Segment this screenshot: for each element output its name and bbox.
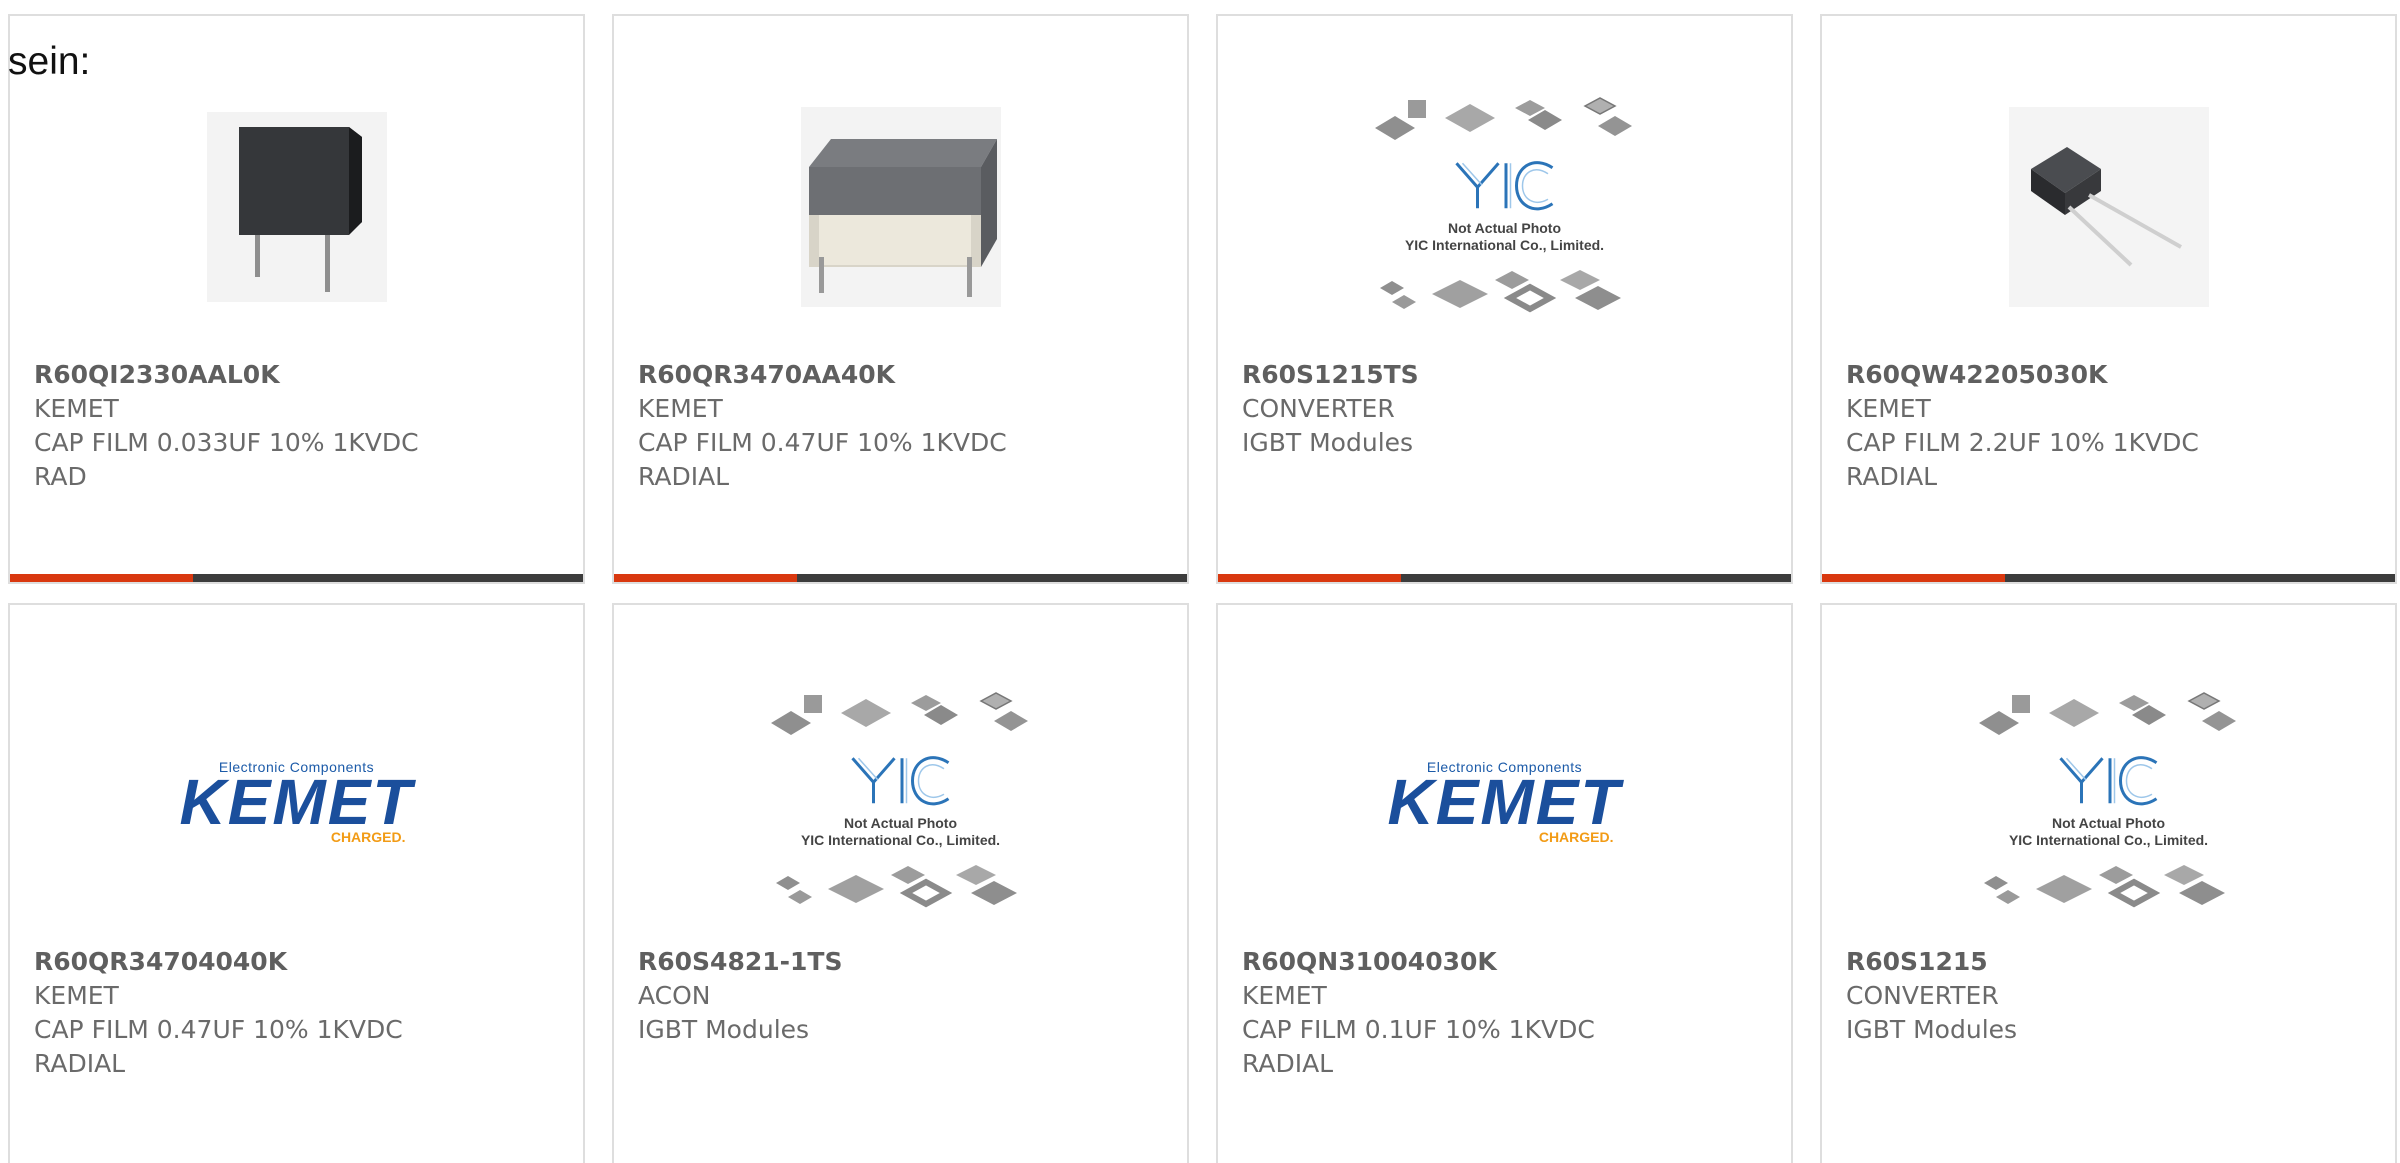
product-card[interactable]: R60QW42205030K KEMET CAP FILM 2.2UF 10% … xyxy=(1820,14,2397,584)
card-accent-bar xyxy=(1822,574,2005,582)
part-number[interactable]: R60S1215 xyxy=(1846,945,2017,979)
product-image[interactable]: Electronic Components KEMET CHARGED. xyxy=(1360,677,1650,927)
product-card[interactable]: Electronic Components KEMET CHARGED. R60… xyxy=(1216,603,1793,1163)
placeholder-note-line-1: Not Actual Photo xyxy=(2051,815,2166,831)
description: CAP FILM 0.033UF 10% 1KVDC xyxy=(34,428,419,457)
placeholder-note-line-1: Not Actual Photo xyxy=(1447,220,1562,236)
placeholder-note-line-1: Not Actual Photo xyxy=(843,815,958,831)
product-image[interactable] xyxy=(1964,82,2254,332)
card-accent-bar xyxy=(614,574,797,582)
part-number[interactable]: R60QI2330AAL0K xyxy=(34,358,419,392)
chip-packages-icon xyxy=(766,691,1036,741)
description-line-2: RADIAL xyxy=(1242,1049,1334,1078)
chip-packages-icon xyxy=(1370,268,1640,318)
manufacturer: CONVERTER xyxy=(1846,981,1999,1010)
chip-packages-icon xyxy=(1370,96,1640,146)
description: IGBT Modules xyxy=(1846,1015,2018,1044)
description-line-2: RADIAL xyxy=(638,462,730,491)
product-card[interactable]: Electronic Components KEMET CHARGED. R60… xyxy=(8,603,585,1163)
yic-logo-icon xyxy=(2056,745,2161,815)
kemet-logo-icon: Electronic Components KEMET CHARGED. xyxy=(1388,759,1622,845)
capacitor-black-photo-icon xyxy=(206,112,387,302)
product-card[interactable]: R60QR3470AA40K KEMET CAP FILM 0.47UF 10%… xyxy=(612,14,1189,584)
description: CAP FILM 2.2UF 10% 1KVDC xyxy=(1846,428,2199,457)
placeholder-note-line-2: YIC International Co., Limited. xyxy=(2008,832,2209,848)
description-line-2: RADIAL xyxy=(34,1049,126,1078)
card-bottom-bar xyxy=(614,574,1187,582)
product-card[interactable]: Not Actual Photo YIC International Co., … xyxy=(612,603,1189,1163)
part-number[interactable]: R60QR34704040K xyxy=(34,945,403,979)
card-accent-bar xyxy=(10,574,193,582)
product-image[interactable] xyxy=(756,82,1046,332)
manufacturer: KEMET xyxy=(1242,981,1327,1010)
description: IGBT Modules xyxy=(1242,428,1414,457)
chip-packages-icon xyxy=(1974,863,2244,913)
yic-logo-icon xyxy=(1452,150,1557,220)
capacitor-gray-photo-icon xyxy=(800,107,1001,307)
logo-slogan: CHARGED. xyxy=(330,829,406,845)
product-card[interactable]: R60QI2330AAL0K KEMET CAP FILM 0.033UF 10… xyxy=(8,14,585,584)
manufacturer: ACON xyxy=(638,981,711,1010)
not-actual-photo-note: Not Actual Photo YIC International Co., … xyxy=(1405,220,1604,254)
product-image[interactable]: Not Actual Photo YIC International Co., … xyxy=(756,677,1046,927)
card-bottom-bar xyxy=(1218,574,1791,582)
description: CAP FILM 0.47UF 10% 1KVDC xyxy=(34,1015,403,1044)
kemet-logo-icon: Electronic Components KEMET CHARGED. xyxy=(180,759,414,845)
part-number[interactable]: R60S1215TS xyxy=(1242,358,1419,392)
manufacturer: CONVERTER xyxy=(1242,394,1395,423)
description: IGBT Modules xyxy=(638,1015,810,1044)
not-actual-photo-note: Not Actual Photo YIC International Co., … xyxy=(801,815,1000,849)
description: CAP FILM 0.47UF 10% 1KVDC xyxy=(638,428,1007,457)
page-prefix-text: sein: xyxy=(8,40,91,83)
yic-logo-icon xyxy=(848,745,953,815)
product-image[interactable]: Not Actual Photo YIC International Co., … xyxy=(1360,82,1650,332)
description-line-2: RADIAL xyxy=(1846,462,1938,491)
manufacturer: KEMET xyxy=(1846,394,1931,423)
part-number[interactable]: R60S4821-1TS xyxy=(638,945,842,979)
product-card[interactable]: Not Actual Photo YIC International Co., … xyxy=(1216,14,1793,584)
description-line-2: RAD xyxy=(34,462,87,491)
capacitor-small-photo-icon xyxy=(2008,107,2209,307)
card-bottom-bar xyxy=(10,574,583,582)
card-bottom-bar xyxy=(1822,574,2395,582)
manufacturer: KEMET xyxy=(638,394,723,423)
description: CAP FILM 0.1UF 10% 1KVDC xyxy=(1242,1015,1595,1044)
part-number[interactable]: R60QN31004030K xyxy=(1242,945,1595,979)
placeholder-note-line-2: YIC International Co., Limited. xyxy=(1404,237,1605,253)
product-image[interactable] xyxy=(152,82,442,332)
logo-slogan: CHARGED. xyxy=(1538,829,1614,845)
placeholder-note-line-2: YIC International Co., Limited. xyxy=(800,832,1001,848)
product-image[interactable]: Not Actual Photo YIC International Co., … xyxy=(1964,677,2254,927)
logo-brand: KEMET xyxy=(1387,766,1622,838)
manufacturer: KEMET xyxy=(34,981,119,1010)
part-number[interactable]: R60QR3470AA40K xyxy=(638,358,1007,392)
card-accent-bar xyxy=(1218,574,1401,582)
product-card[interactable]: Not Actual Photo YIC International Co., … xyxy=(1820,603,2397,1163)
product-image[interactable]: Electronic Components KEMET CHARGED. xyxy=(152,677,442,927)
not-actual-photo-note: Not Actual Photo YIC International Co., … xyxy=(2009,815,2208,849)
chip-packages-icon xyxy=(766,863,1036,913)
manufacturer: KEMET xyxy=(34,394,119,423)
logo-brand: KEMET xyxy=(179,766,414,838)
chip-packages-icon xyxy=(1974,691,2244,741)
part-number[interactable]: R60QW42205030K xyxy=(1846,358,2199,392)
